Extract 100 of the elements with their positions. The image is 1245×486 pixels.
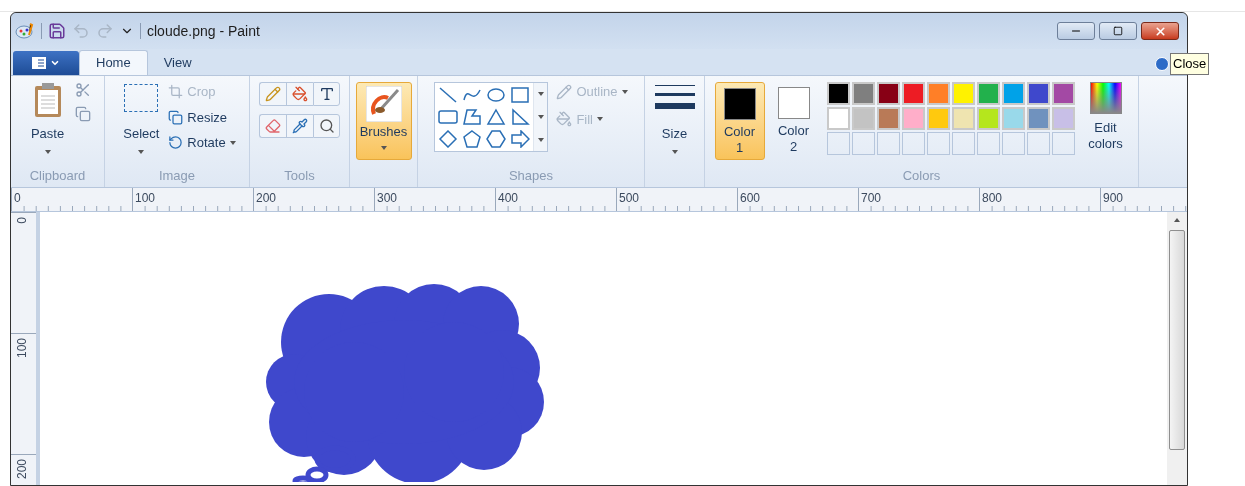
brushes-button[interactable]: Brushes [355,82,412,160]
tool-button[interactable] [313,114,340,138]
empty-color-slot[interactable] [926,132,950,155]
save-icon[interactable] [48,22,66,40]
edit-colors-button[interactable]: Edit colors [1082,82,1129,152]
palette-icon[interactable] [15,22,35,40]
shape-icon[interactable] [510,86,531,104]
restore-icon [1113,26,1123,36]
chevron-down-icon [50,58,60,68]
image-tool-button[interactable]: Resize [168,107,236,127]
image-tool-button[interactable]: Rotate [168,133,236,153]
palette-color[interactable] [851,82,875,105]
palette-color[interactable] [826,82,850,105]
window-title: cloude.png - Paint [147,21,260,41]
shape-icon[interactable] [510,108,531,126]
palette-color[interactable] [826,107,850,130]
crop-icon [168,84,184,100]
palette-color[interactable] [1001,107,1025,130]
group-label: Clipboard [28,166,87,185]
caret-icon [537,137,544,142]
shape-icon[interactable] [438,86,459,104]
ruler-label: 200 [14,459,30,480]
pencil-icon [265,86,281,102]
color-slot-button[interactable]: Color 1 [714,82,765,160]
ruler-label: 600 [740,190,761,207]
palette-color[interactable] [1051,82,1075,105]
ruler-label: 900 [1103,190,1124,207]
restore-button[interactable] [1099,22,1137,40]
palette-color[interactable] [1001,82,1025,105]
ribbon-tab[interactable]: Home [79,50,148,75]
palette-color[interactable] [876,107,900,130]
palette-color[interactable] [951,107,975,130]
resize-icon [168,109,184,125]
palette-color[interactable] [1026,82,1050,105]
palette-color[interactable] [1051,107,1075,130]
shape-icon[interactable] [462,130,483,148]
pencil-icon [556,83,573,100]
caret-icon [44,149,51,154]
paste-button[interactable]: Paste [24,82,71,154]
magnifier-icon [318,118,335,134]
palette-color[interactable] [1026,107,1050,130]
empty-color-slot[interactable] [876,132,900,155]
gallery-scroll-buttons[interactable] [533,83,548,151]
ruler-label: 700 [861,190,882,207]
ruler-label: 0 [14,217,30,224]
color-slot-button[interactable]: Color 2 [768,82,819,160]
caret-icon [138,149,145,154]
empty-color-slot[interactable] [826,132,850,155]
ruler-label: 100 [135,190,156,207]
selection-rectangle-icon [124,84,159,112]
help-icon[interactable] [1155,57,1169,71]
vertical-scrollbar[interactable] [1167,212,1187,485]
shape-icon[interactable] [438,130,459,148]
shape-icon[interactable] [510,130,531,148]
empty-color-slot[interactable] [901,132,925,155]
palette-color[interactable] [926,107,950,130]
ruler-label: 300 [377,190,398,207]
group-label: Image [157,166,197,185]
tool-button[interactable] [313,82,340,106]
minimize-button[interactable] [1057,22,1095,40]
drawing-canvas[interactable] [40,212,1167,485]
caret-icon [380,145,387,150]
size-button[interactable]: Size [654,82,695,154]
empty-color-slot[interactable] [851,132,875,155]
palette-color[interactable] [851,107,875,130]
palette-color[interactable] [976,107,1000,130]
pipette-icon [292,118,308,134]
shape-icon[interactable] [486,108,507,126]
empty-color-slot[interactable] [1026,132,1050,155]
palette-color[interactable] [976,82,1000,105]
empty-color-slot[interactable] [951,132,975,155]
tool-button[interactable] [286,114,313,138]
caret-icon [671,149,678,154]
ruler-label: 800 [982,190,1003,207]
ruler-label: 0 [14,190,21,207]
caret-icon [537,92,544,97]
application-menu-button[interactable] [13,51,79,75]
shape-icon[interactable] [486,86,507,104]
ruler-label: 400 [498,190,519,207]
close-button[interactable] [1141,22,1179,40]
palette-color[interactable] [951,82,975,105]
shape-icon[interactable] [486,130,507,148]
palette-color[interactable] [926,82,950,105]
shape-icon[interactable] [438,108,459,126]
ribbon-tab[interactable]: View [147,50,208,75]
empty-color-slot[interactable] [1051,132,1075,155]
shape-icon[interactable] [462,108,483,126]
caret-icon [229,140,236,145]
empty-color-slot[interactable] [1001,132,1025,155]
select-button[interactable]: Select [118,82,165,154]
copy-icon[interactable] [74,106,91,122]
palette-color[interactable] [876,82,900,105]
rotate-icon [168,135,184,151]
palette-color[interactable] [901,107,925,130]
empty-color-slot[interactable] [976,132,1000,155]
eraser-icon [265,118,281,134]
palette-color[interactable] [901,82,925,105]
caret-icon [1174,218,1180,222]
cut-icon[interactable] [74,82,91,98]
caret-icon [537,115,544,119]
